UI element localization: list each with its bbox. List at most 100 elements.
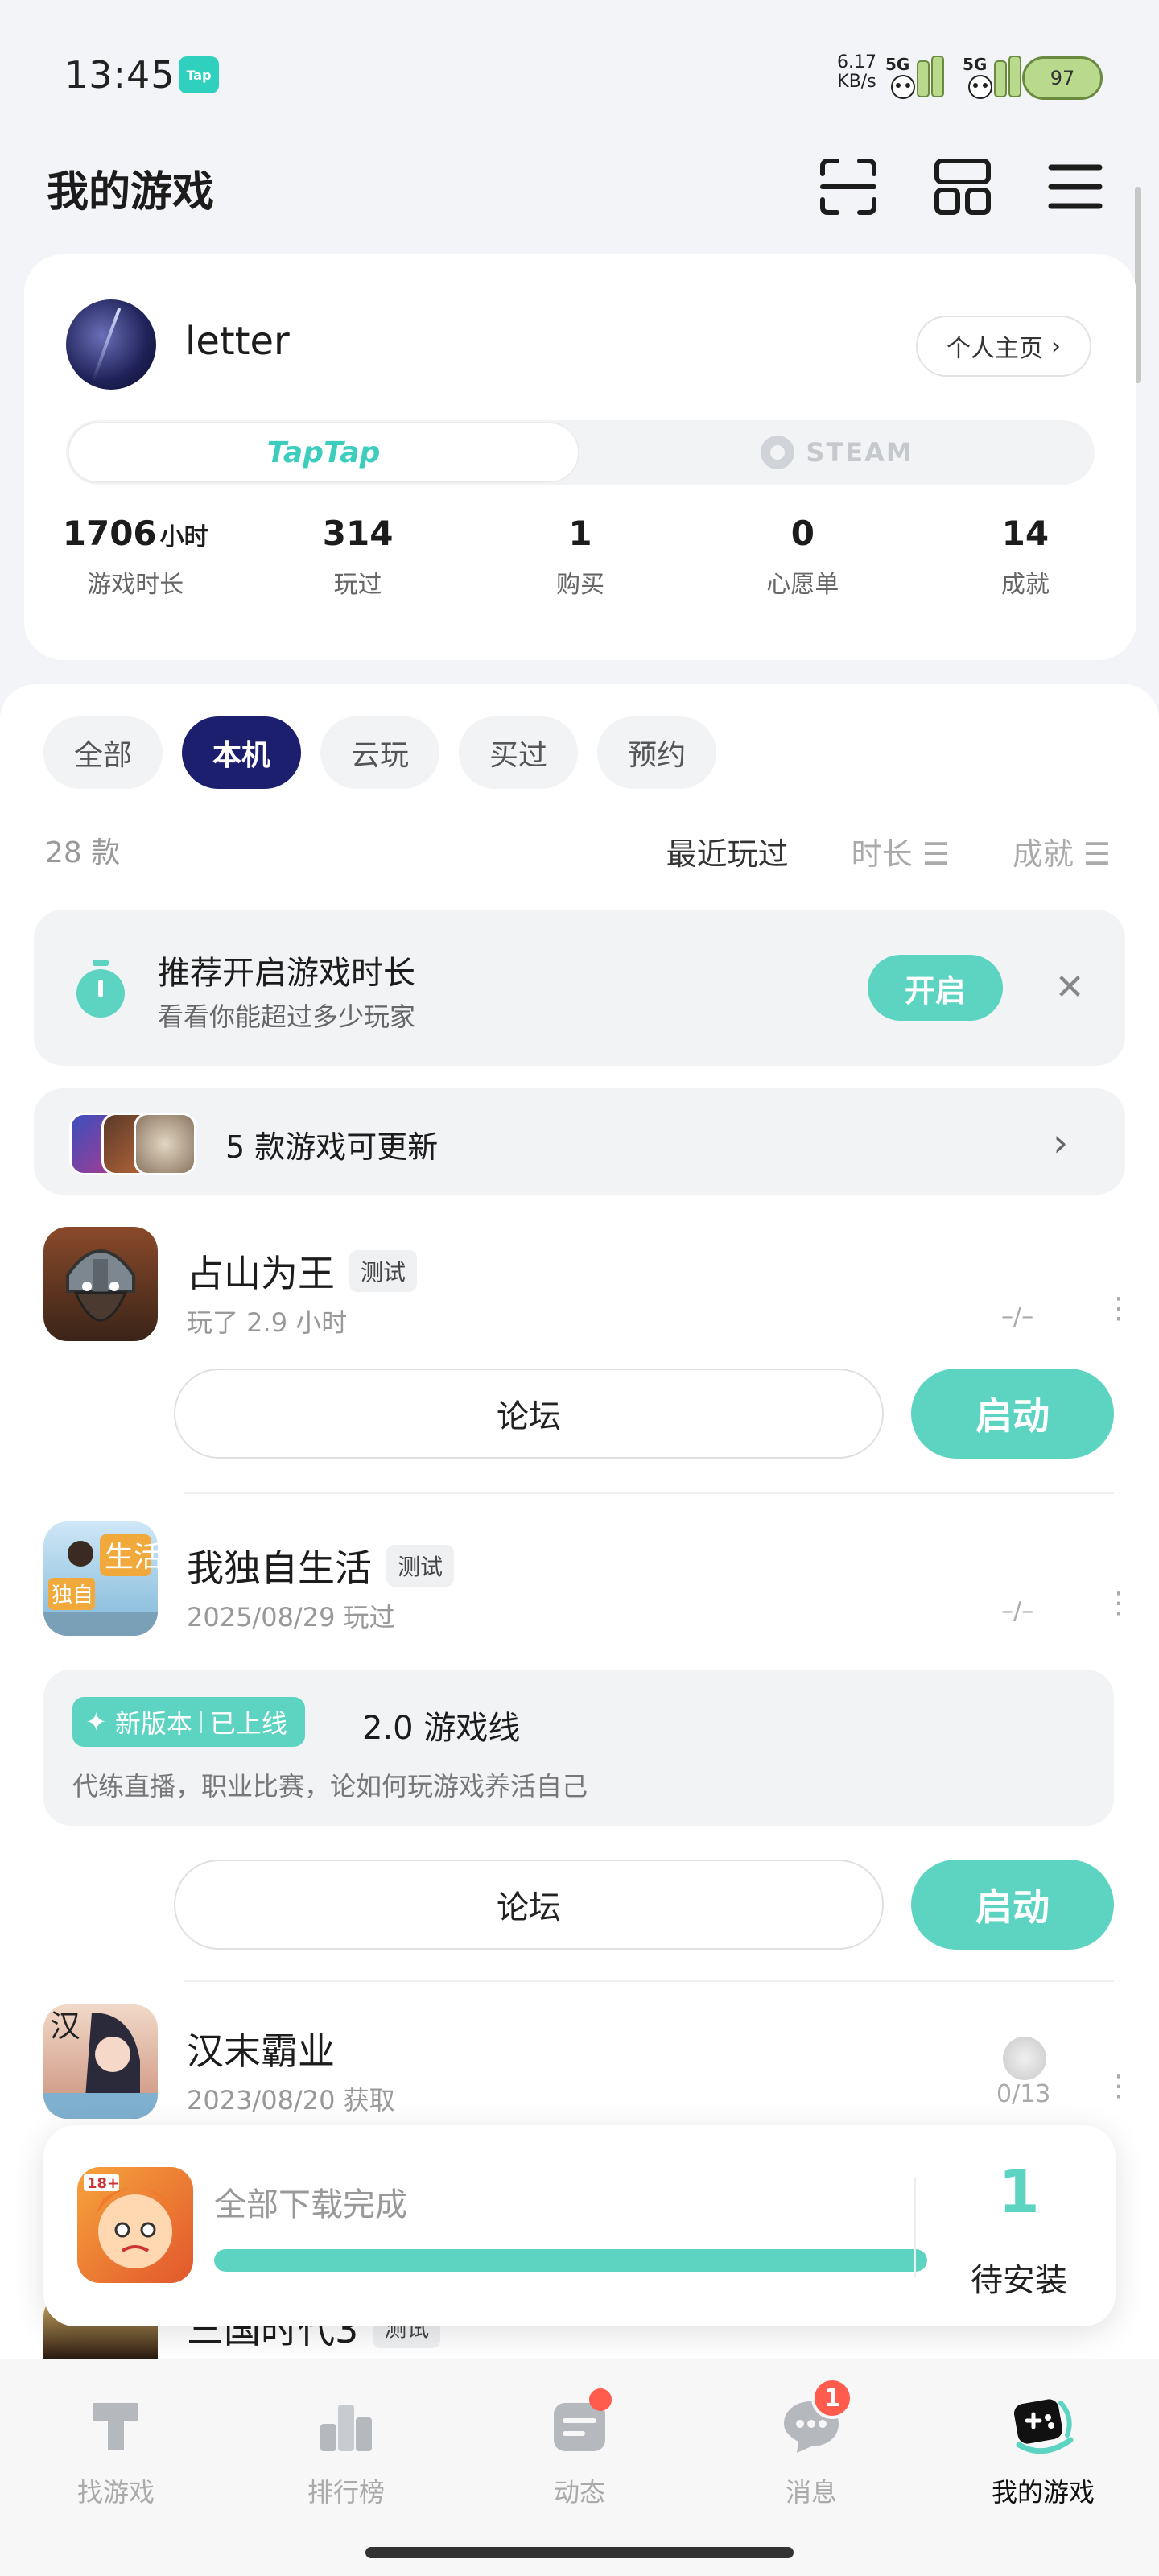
test-tag: 测试 [349,1250,418,1292]
nav-messages[interactable]: 1 消息 [715,2377,908,2509]
game-count: 28 款 [45,836,121,869]
game-icon[interactable]: 生活 独自 [43,1521,158,1636]
game-title: 占山为王 测试 [187,1245,418,1298]
game-last-played: 2025/08/29 玩过 [187,1602,395,1633]
stat-wishlist[interactable]: 0 心愿单 [691,514,914,600]
update-game-thumbnails [69,1113,206,1175]
tab-steam[interactable]: STEAM [581,422,1093,483]
sort-duration[interactable]: 时长 ☰ [852,829,950,873]
game-icon[interactable] [43,1227,158,1341]
filter-cloud[interactable]: 云玩 [320,716,440,789]
download-status-card[interactable]: 18+ 全部下载完成 1 待安装 [43,2125,1116,2326]
battery-indicator: 97 [1022,56,1103,100]
nav-label: 消息 [785,2477,837,2508]
sparkle-icon: ✦ [85,1707,107,1737]
game-title: 我独自生活 测试 [187,1539,455,1592]
svg-text:18+: 18+ [87,2175,119,2192]
ranking-icon [314,2393,378,2458]
download-progress-bar [214,2249,927,2272]
stopwatch-icon [72,958,129,1019]
filter-reserved[interactable]: 预约 [597,716,717,789]
taptap-notification-icon: Tap [179,56,219,93]
game-thumbnail [134,1113,196,1175]
username: letter [185,319,290,364]
more-options-icon[interactable]: ⋮ [1104,1294,1133,1323]
sort-achievements[interactable]: 成就 ☰ [1013,829,1111,873]
launch-button[interactable]: 启动 [911,1860,1114,1950]
steam-icon [761,436,795,469]
sort-order-icon: ☰ [1083,836,1111,872]
nav-my-games[interactable]: 我的游戏 [947,2393,1140,2509]
enable-playtime-button[interactable]: 开启 [868,955,1003,1021]
nav-label: 我的游戏 [991,2477,1095,2508]
divider [184,1492,1114,1494]
avatar[interactable] [66,299,156,390]
page-title: 我的游戏 [47,168,215,217]
download-status-text: 全部下载完成 [214,2186,407,2223]
status-bar: 13:45 Tap 6.17 KB/s 5G 5G 97 [0,0,1159,145]
updates-text: 5 款游戏可更新 [225,1129,439,1165]
filter-bought[interactable]: 买过 [459,716,579,789]
version-description: 代练直播，职业比赛，论如何玩游戏养活自己 [72,1771,588,1802]
achievement-icon [1003,2037,1046,2080]
nav-label: 排行榜 [307,2477,385,2508]
stat-play-time[interactable]: 1706 小时 游戏时长 [24,514,246,600]
nav-find-games[interactable]: 找游戏 [19,2393,212,2509]
stat-purchased[interactable]: 1 购买 [469,514,691,600]
message-icon: 1 [779,2377,853,2458]
divider [914,2177,916,2277]
filter-local[interactable]: 本机 [182,716,302,789]
platform-tabs: TapTap STEAM [66,420,1095,485]
sort-recent[interactable]: 最近玩过 [666,829,789,873]
more-options-icon[interactable]: ⋮ [1104,2072,1133,2101]
nav-feed[interactable]: 动态 [483,2388,676,2509]
pending-install-count[interactable]: 1 [938,2157,1099,2227]
filter-all[interactable]: 全部 [43,716,163,789]
updates-available-bar[interactable]: 5 款游戏可更新 › [34,1088,1125,1195]
unread-dot [589,2388,612,2411]
game-playtime: 玩了 2.9 小时 [187,1307,348,1338]
scan-icon[interactable] [816,155,881,219]
launch-button[interactable]: 启动 [911,1368,1114,1459]
game-icon: 18+ [77,2167,193,2283]
profile-card: letter 个人主页 › TapTap STEAM 1706 小时 游戏时长 3… [24,254,1136,660]
sort-order-icon: ☰ [922,836,950,872]
version-title: 2.0 游戏线 [362,1710,521,1747]
new-version-card[interactable]: ✦ 新版本 已上线 2.0 游戏线 代练直播，职业比赛，论如何玩游戏养活自己 [43,1670,1114,1826]
homepage-label: 个人主页 [947,335,1043,363]
nav-label: 找游戏 [76,2477,155,2508]
signal-icon: 5G [885,50,958,103]
tab-taptap[interactable]: TapTap [68,422,580,483]
chevron-right-icon: › [1053,1121,1069,1166]
test-tag: 测试 [386,1545,455,1587]
forum-button[interactable]: 论坛 [174,1368,884,1459]
achievement-count: –/– [1001,1597,1034,1625]
network-speed: 6.17 KB/s [837,52,876,92]
forum-button[interactable]: 论坛 [174,1860,884,1950]
close-icon[interactable]: ✕ [1050,968,1090,1008]
game-title: 汉末霸业 [187,2029,335,2073]
more-options-icon[interactable]: ⋮ [1104,1589,1133,1618]
stat-achievements[interactable]: 14 成就 [914,514,1136,600]
sort-options: 最近玩过 时长 ☰ 成就 ☰ [666,829,1111,873]
pending-install-label[interactable]: 待安装 [938,2254,1099,2301]
new-version-badge: ✦ 新版本 已上线 [72,1697,305,1747]
banner-title: 推荐开启游戏时长 [158,955,415,992]
tab-steam-label: STEAM [806,437,914,468]
bottom-navigation: 找游戏 排行榜 动态 1 消息 我的游戏 [0,2359,1159,2576]
stat-played[interactable]: 314 玩过 [246,514,468,600]
feed-icon [547,2388,612,2458]
home-indicator[interactable] [365,2547,794,2558]
clock: 13:45 [64,53,175,97]
find-games-icon [84,2393,148,2458]
svg-text:汉: 汉 [50,2008,80,2044]
chevron-right-icon: › [1051,332,1061,361]
stats-row: 1706 小时 游戏时长 314 玩过 1 购买 0 心愿单 14 成就 [24,514,1136,600]
grid-icon[interactable] [930,155,995,219]
nav-ranking[interactable]: 排行榜 [250,2393,443,2509]
svg-text:生活: 生活 [105,1541,158,1574]
menu-icon[interactable] [1043,155,1107,219]
game-icon[interactable]: 汉 [43,2004,158,2119]
download-progress-fill [214,2249,927,2272]
homepage-button[interactable]: 个人主页 › [916,316,1091,377]
